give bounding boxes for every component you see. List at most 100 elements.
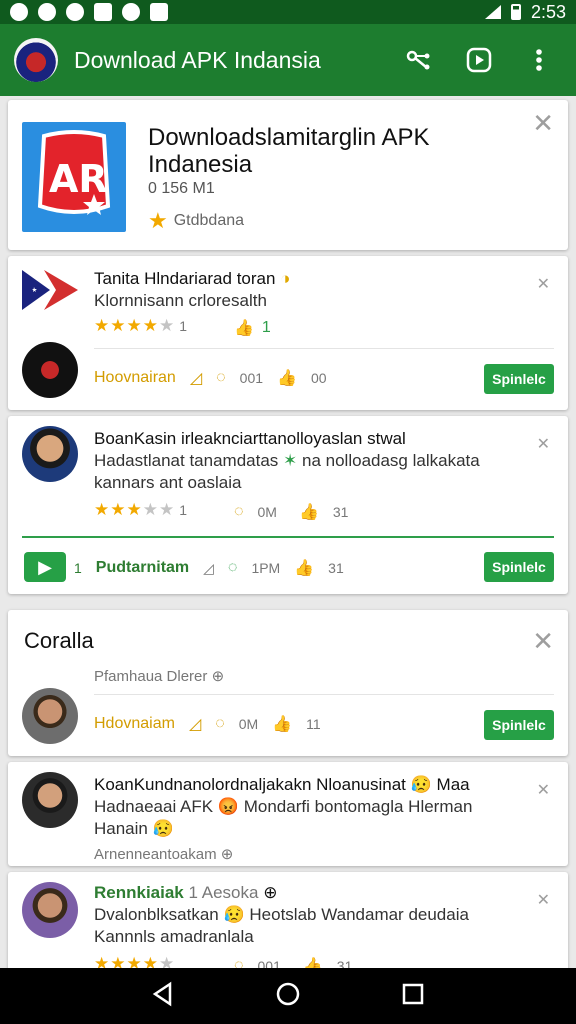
post-subtitle: Hadastlanat tanamdatas ✶ na nolloadasg l… [94,451,480,470]
bookmark-icon[interactable]: ◿ [189,714,201,734]
avatar[interactable] [22,882,78,938]
star-rating: ★ ★ ★ ★ ★ 1 [94,316,188,335]
home-icon[interactable] [275,981,301,1012]
emoji-icon: 😥 [223,905,245,924]
dismiss-icon[interactable]: ✕ [537,434,550,454]
post-title: Tanita Hlndariarad toran ◑ [94,269,291,288]
post-card-4: KoanKundnanolordnaljakakn Nloanusinat 😥 … [8,762,568,866]
bookmark-icon[interactable]: ◿ [203,560,214,577]
thumbs-up-icon: 👍 [234,320,254,337]
gallery-icon [94,3,112,21]
play-store-icon[interactable] [462,43,496,77]
apk-rating: ★ Gtdbdana [148,208,244,234]
like-count[interactable]: 👍 1 [234,318,271,338]
bird-icon [122,3,140,21]
progress-divider [22,536,554,538]
flag-logo [22,270,78,310]
post-card-5: Rennkiaiak 1 Aesoka ⊕ Dvalonblksatkan 😥 … [8,872,568,982]
recents-icon[interactable] [400,981,426,1012]
close-icon[interactable]: ✕ [532,628,554,654]
post-card-2: BoanKasin irleaknciarttanolloyaslan stwa… [8,416,568,594]
thumbs-up-icon[interactable]: 👍 [272,714,292,734]
more-options-icon[interactable] [522,43,556,77]
post-author: Rennkiaiak 1 Aesoka ⊕ [94,883,278,902]
post-subtitle: Klornnisann crloresalth [94,291,267,310]
leaf-icon: ✶ [283,451,298,470]
navigation-bar [0,968,576,1024]
svg-text:AR: AR [49,157,108,201]
dismiss-icon[interactable]: ✕ [537,890,550,910]
post-actions: Hoovnairan ◿ ◌ 001 👍 00 [94,368,327,388]
apk-title: Downloadslamitarglin APK Indanesia [148,124,430,178]
badge-icon: ⊕ [220,846,234,863]
share-icon[interactable] [402,43,436,77]
section-heading: Coralla [24,628,94,653]
app-bar: Download APK Indansia [0,24,576,96]
post-line-2: Hadnaeaai AFK 😡 Mondarfi bontomagla Hler… [94,797,473,816]
emoji-icon: 😥 [152,819,174,838]
badge-icon: ⊕ [211,668,225,685]
share-like-icon[interactable]: 👍 [277,368,297,388]
post-stats: ◌ 0M 👍 31 [234,502,349,522]
post-subtitle-2: kannars ant oaslaia [94,473,242,492]
divider [94,348,554,349]
apk-rating-label: Gtdbdana [173,212,245,229]
post-card-1: Tanita Hlndariarad toran ◑ Klornnisann c… [8,256,568,410]
post-line-1: KoanKundnanolordnaljakakn Nloanusinat 😥 … [94,775,470,794]
app-title: Download APK Indansia [74,46,321,73]
post-meta: Arnenneantoakam ⊕ [94,846,234,863]
dismiss-icon[interactable]: ✕ [537,780,550,800]
apk-card[interactable]: AR Downloadslamitarglin APK Indanesia 0 … [8,100,568,250]
comment-icon[interactable]: ◌ [216,369,226,387]
star-icon: ★ [148,208,168,233]
post-line-2: Dvalonblksatkan 😥 Heotslab Wandamar deud… [94,905,469,924]
divider [94,694,554,695]
thumbs-up-icon[interactable]: 👍 [299,502,319,522]
avatar[interactable] [22,772,78,828]
comment-icon[interactable]: ◌ [228,559,238,577]
apk-app-icon: AR [22,122,126,232]
system-icons: 2:53 [483,2,566,23]
action-label[interactable]: Hdovnaiam [94,715,175,733]
star-rating: ★ ★ ★ ★ ★ 1 [94,500,188,519]
comment-count: 001 [239,370,264,386]
whatsapp-icon [10,3,28,21]
post-line-3: Hanain 😥 [94,819,174,838]
post-actions: 1 Pudtarnitam ◿ ◌ 1PM 👍 31 [74,558,344,578]
sync-icon [66,3,84,21]
avatar[interactable] [22,688,78,744]
action-label[interactable]: Hoovnairan [94,369,176,387]
dismiss-icon[interactable]: ✕ [537,274,550,294]
avatar[interactable] [22,342,78,398]
status-bar: 2:53 [0,0,576,24]
share-count: 00 [310,370,327,386]
post-title: BoanKasin irleaknciarttanolloyaslan stwa… [94,429,406,448]
apk-meta: 0 156 M1 [148,180,215,197]
notification-icons [10,3,168,21]
thumbs-up-icon[interactable]: 👍 [294,558,314,578]
battery-icon [510,4,521,20]
emoji-icon: 😥 [410,775,432,794]
emoji-icon: 😡 [217,797,239,816]
comment-icon[interactable]: ◌ [234,503,244,521]
app-logo[interactable] [14,38,58,82]
spin-button[interactable]: Spinlelc [484,710,554,740]
chat-icon [38,3,56,21]
clock-icon: ◑ [280,269,291,288]
post-actions: Hdovnaiam ◿ ◌ 0M 👍 11 [94,714,321,734]
spin-button[interactable]: Spinlelc [484,552,554,582]
bookmark-icon[interactable]: ◿ [190,368,202,388]
back-icon[interactable] [150,981,176,1012]
comment-icon[interactable]: ◌ [215,715,225,733]
close-icon[interactable]: ✕ [532,110,554,136]
action-label[interactable]: Pudtarnitam [96,559,189,577]
post-subtitle: Pfamhaua Dlerer ⊕ [94,668,225,685]
post-card-3: Coralla ✕ Pfamhaua Dlerer ⊕ Hdovnaiam ◿ … [8,610,568,756]
clock: 2:53 [530,1,566,22]
signal-icon [483,5,501,19]
post-line-3: Kannnls amadranlala [94,927,254,946]
spin-button[interactable]: Spinlelc [484,364,554,394]
badge-icon: ⊕ [263,883,278,902]
avatar[interactable] [22,426,78,482]
play-button[interactable]: ▶ [24,552,66,582]
